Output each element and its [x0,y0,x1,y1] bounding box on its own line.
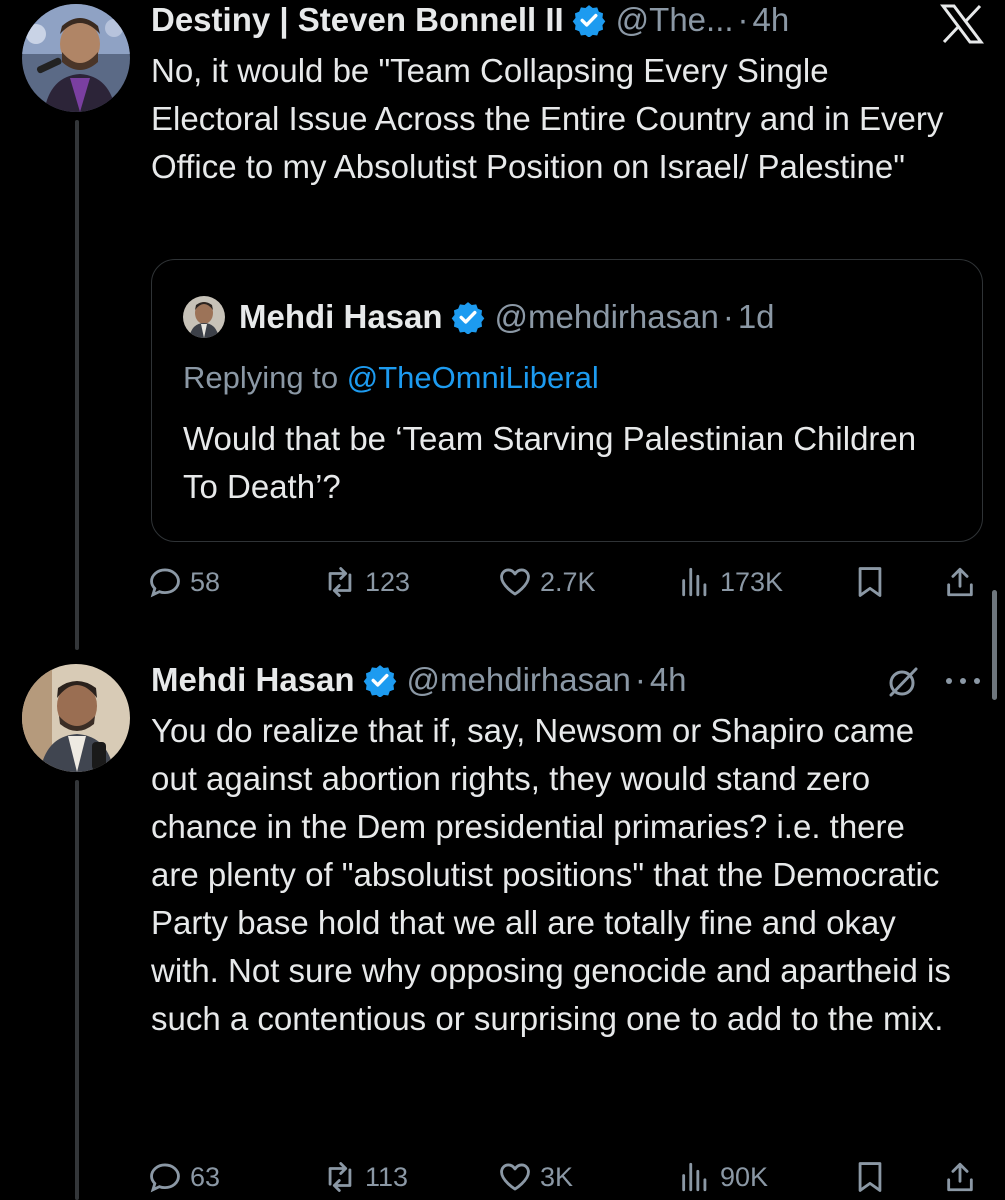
heart-icon [500,568,530,596]
views-count: 90K [720,1161,769,1192]
reply-icon [150,1163,180,1193]
bookmark-icon [858,1162,882,1192]
views-chart-icon [682,567,707,597]
tweet-text: No, it would be "Team Collapsing Every S… [151,52,944,185]
repost-icon [328,567,352,597]
author-name[interactable]: Destiny | Steven Bonnell II [151,0,564,40]
repost-icon [328,1162,352,1192]
views-chart-icon [682,1162,707,1192]
like-count: 2.7K [540,566,596,597]
like-button[interactable]: 3K [498,1157,573,1197]
replying-to-label: Replying to [183,360,339,395]
replying-to: Replying to @TheOmniLiberal [183,358,599,398]
bookmark-button[interactable] [850,1157,890,1197]
tweet-header: Mehdi Hasan @mehdirhasan · 4h [151,660,687,700]
share-icon [947,567,973,597]
separator-dot: · [634,661,646,698]
like-count: 3K [540,1161,574,1192]
heart-icon [500,1163,530,1191]
share-button[interactable] [940,1157,980,1197]
grok-icon[interactable] [883,662,923,702]
verified-badge-icon [363,665,396,697]
thread-line [75,780,79,1200]
reply-count: 58 [190,566,221,597]
tweet-actions: 58 123 2.7K 173K [148,562,978,602]
quote-header: Mehdi Hasan @mehdirhasan · 1d [183,296,775,338]
scrollbar[interactable] [992,590,997,700]
tweet-actions: 63 113 3K 90K [148,1157,978,1197]
like-button[interactable]: 2.7K [498,562,596,602]
views-count: 173K [720,566,784,597]
quote-author-handle[interactable]: @mehdirhasan [495,297,719,337]
bookmark-button[interactable] [850,562,890,602]
avatar[interactable] [22,664,130,772]
verified-badge-icon [572,5,605,37]
author-handle[interactable]: @mehdirhasan [407,660,631,700]
timestamp[interactable]: 4h [650,660,687,700]
author-handle[interactable]: @The... [616,0,734,40]
views-button[interactable]: 90K [678,1157,768,1197]
share-icon [947,1162,973,1192]
separator-dot: · [737,1,749,38]
repost-button[interactable]: 113 [323,1157,408,1197]
verified-badge-icon [451,302,484,334]
replying-to-mention[interactable]: @TheOmniLiberal [347,360,599,395]
reply-icon [150,568,180,598]
tweet-text: You do realize that if, say, Newsom or S… [151,712,951,1037]
separator-dot: · [722,298,734,335]
tweet-header: Destiny | Steven Bonnell II @The... · 4h [151,0,789,40]
avatar[interactable] [22,4,130,112]
quote-text: Would that be ‘Team Starving Palestinian… [183,420,917,505]
reply-button[interactable]: 63 [148,1157,220,1197]
reply-button[interactable]: 58 [148,562,220,602]
quote-avatar [183,296,225,338]
repost-count: 123 [365,566,411,597]
timestamp[interactable]: 4h [753,0,790,40]
share-button[interactable] [940,562,980,602]
thread-line [75,120,79,650]
x-logo-icon[interactable] [940,4,984,44]
reply-count: 63 [190,1161,221,1192]
quote-timestamp[interactable]: 1d [738,297,775,337]
repost-button[interactable]: 123 [323,562,410,602]
repost-count: 113 [365,1161,409,1192]
more-options-icon[interactable] [943,675,983,687]
quote-author-name[interactable]: Mehdi Hasan [239,297,443,337]
author-name[interactable]: Mehdi Hasan [151,660,355,700]
bookmark-icon [858,567,882,597]
views-button[interactable]: 173K [678,562,783,602]
